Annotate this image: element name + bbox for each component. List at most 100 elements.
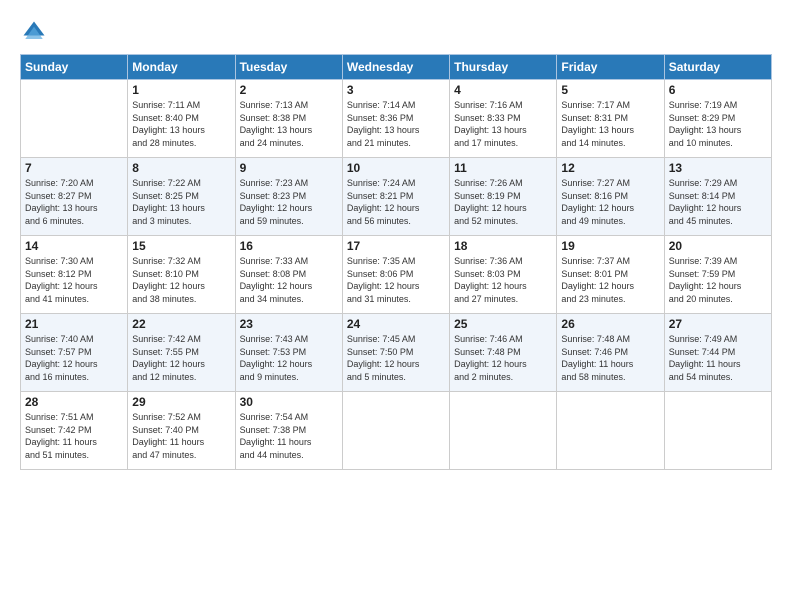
week-row-5: 28 Sunrise: 7:51 AM Sunset: 7:42 PM Dayli… — [21, 392, 772, 470]
day-number: 13 — [669, 161, 767, 175]
day-cell: 30 Sunrise: 7:54 AM Sunset: 7:38 PM Dayli… — [235, 392, 342, 470]
day-info: Sunrise: 7:32 AM Sunset: 8:10 PM Dayligh… — [132, 255, 230, 305]
day-info: Sunrise: 7:48 AM Sunset: 7:46 PM Dayligh… — [561, 333, 659, 383]
day-info: Sunrise: 7:22 AM Sunset: 8:25 PM Dayligh… — [132, 177, 230, 227]
day-number: 2 — [240, 83, 338, 97]
day-number: 22 — [132, 317, 230, 331]
day-info: Sunrise: 7:42 AM Sunset: 7:55 PM Dayligh… — [132, 333, 230, 383]
day-cell: 2 Sunrise: 7:13 AM Sunset: 8:38 PM Daylig… — [235, 80, 342, 158]
day-info: Sunrise: 7:30 AM Sunset: 8:12 PM Dayligh… — [25, 255, 123, 305]
day-number: 17 — [347, 239, 445, 253]
day-cell: 21Sunrise: 7:40 AM Sunset: 7:57 PM Dayli… — [21, 314, 128, 392]
day-number: 23 — [240, 317, 338, 331]
day-number: 7 — [25, 161, 123, 175]
week-row-1: 1 Sunrise: 7:11 AM Sunset: 8:40 PM Daylig… — [21, 80, 772, 158]
day-info: Sunrise: 7:33 AM Sunset: 8:08 PM Dayligh… — [240, 255, 338, 305]
day-cell: 4 Sunrise: 7:16 AM Sunset: 8:33 PM Daylig… — [450, 80, 557, 158]
weekday-header-saturday: Saturday — [664, 55, 771, 80]
day-cell: 26 Sunrise: 7:48 AM Sunset: 7:46 PM Dayli… — [557, 314, 664, 392]
day-number: 9 — [240, 161, 338, 175]
day-number: 1 — [132, 83, 230, 97]
day-cell — [557, 392, 664, 470]
day-info: Sunrise: 7:39 AM Sunset: 7:59 PM Dayligh… — [669, 255, 767, 305]
day-info: Sunrise: 7:16 AM Sunset: 8:33 PM Dayligh… — [454, 99, 552, 149]
day-info: Sunrise: 7:52 AM Sunset: 7:40 PM Dayligh… — [132, 411, 230, 461]
day-info: Sunrise: 7:27 AM Sunset: 8:16 PM Dayligh… — [561, 177, 659, 227]
day-info: Sunrise: 7:43 AM Sunset: 7:53 PM Dayligh… — [240, 333, 338, 383]
weekday-header-row: SundayMondayTuesdayWednesdayThursdayFrid… — [21, 55, 772, 80]
day-cell: 16 Sunrise: 7:33 AM Sunset: 8:08 PM Dayli… — [235, 236, 342, 314]
day-cell: 18Sunrise: 7:36 AM Sunset: 8:03 PM Dayli… — [450, 236, 557, 314]
day-cell: 14 Sunrise: 7:30 AM Sunset: 8:12 PM Dayli… — [21, 236, 128, 314]
page: SundayMondayTuesdayWednesdayThursdayFrid… — [0, 0, 792, 612]
day-number: 16 — [240, 239, 338, 253]
day-number: 6 — [669, 83, 767, 97]
week-row-4: 21Sunrise: 7:40 AM Sunset: 7:57 PM Dayli… — [21, 314, 772, 392]
weekday-header-friday: Friday — [557, 55, 664, 80]
day-number: 21 — [25, 317, 123, 331]
day-number: 12 — [561, 161, 659, 175]
day-cell: 12 Sunrise: 7:27 AM Sunset: 8:16 PM Dayli… — [557, 158, 664, 236]
day-cell: 15 Sunrise: 7:32 AM Sunset: 8:10 PM Dayli… — [128, 236, 235, 314]
day-info: Sunrise: 7:13 AM Sunset: 8:38 PM Dayligh… — [240, 99, 338, 149]
day-number: 30 — [240, 395, 338, 409]
day-cell: 19Sunrise: 7:37 AM Sunset: 8:01 PM Dayli… — [557, 236, 664, 314]
day-number: 28 — [25, 395, 123, 409]
day-cell: 9 Sunrise: 7:23 AM Sunset: 8:23 PM Daylig… — [235, 158, 342, 236]
day-cell: 22 Sunrise: 7:42 AM Sunset: 7:55 PM Dayli… — [128, 314, 235, 392]
day-number: 27 — [669, 317, 767, 331]
day-cell: 5 Sunrise: 7:17 AM Sunset: 8:31 PM Daylig… — [557, 80, 664, 158]
day-number: 3 — [347, 83, 445, 97]
day-info: Sunrise: 7:14 AM Sunset: 8:36 PM Dayligh… — [347, 99, 445, 149]
day-cell: 11 Sunrise: 7:26 AM Sunset: 8:19 PM Dayli… — [450, 158, 557, 236]
day-info: Sunrise: 7:20 AM Sunset: 8:27 PM Dayligh… — [25, 177, 123, 227]
day-number: 15 — [132, 239, 230, 253]
day-cell: 10 Sunrise: 7:24 AM Sunset: 8:21 PM Dayli… — [342, 158, 449, 236]
weekday-header-thursday: Thursday — [450, 55, 557, 80]
day-number: 10 — [347, 161, 445, 175]
day-info: Sunrise: 7:36 AM Sunset: 8:03 PM Dayligh… — [454, 255, 552, 305]
day-cell: 25Sunrise: 7:46 AM Sunset: 7:48 PM Dayli… — [450, 314, 557, 392]
day-info: Sunrise: 7:51 AM Sunset: 7:42 PM Dayligh… — [25, 411, 123, 461]
header — [20, 18, 772, 46]
day-info: Sunrise: 7:23 AM Sunset: 8:23 PM Dayligh… — [240, 177, 338, 227]
day-number: 26 — [561, 317, 659, 331]
day-info: Sunrise: 7:46 AM Sunset: 7:48 PM Dayligh… — [454, 333, 552, 383]
day-info: Sunrise: 7:26 AM Sunset: 8:19 PM Dayligh… — [454, 177, 552, 227]
day-cell: 17 Sunrise: 7:35 AM Sunset: 8:06 PM Dayli… — [342, 236, 449, 314]
day-info: Sunrise: 7:54 AM Sunset: 7:38 PM Dayligh… — [240, 411, 338, 461]
day-info: Sunrise: 7:11 AM Sunset: 8:40 PM Dayligh… — [132, 99, 230, 149]
day-info: Sunrise: 7:45 AM Sunset: 7:50 PM Dayligh… — [347, 333, 445, 383]
logo-icon — [20, 18, 48, 46]
day-cell: 8 Sunrise: 7:22 AM Sunset: 8:25 PM Daylig… — [128, 158, 235, 236]
day-number: 5 — [561, 83, 659, 97]
day-number: 29 — [132, 395, 230, 409]
day-cell: 23 Sunrise: 7:43 AM Sunset: 7:53 PM Dayli… — [235, 314, 342, 392]
day-info: Sunrise: 7:35 AM Sunset: 8:06 PM Dayligh… — [347, 255, 445, 305]
day-cell: 29 Sunrise: 7:52 AM Sunset: 7:40 PM Dayli… — [128, 392, 235, 470]
calendar-table: SundayMondayTuesdayWednesdayThursdayFrid… — [20, 54, 772, 470]
day-info: Sunrise: 7:24 AM Sunset: 8:21 PM Dayligh… — [347, 177, 445, 227]
day-info: Sunrise: 7:49 AM Sunset: 7:44 PM Dayligh… — [669, 333, 767, 383]
day-number: 11 — [454, 161, 552, 175]
day-cell: 7 Sunrise: 7:20 AM Sunset: 8:27 PM Daylig… — [21, 158, 128, 236]
day-cell: 28 Sunrise: 7:51 AM Sunset: 7:42 PM Dayli… — [21, 392, 128, 470]
day-info: Sunrise: 7:17 AM Sunset: 8:31 PM Dayligh… — [561, 99, 659, 149]
weekday-header-wednesday: Wednesday — [342, 55, 449, 80]
day-cell: 6Sunrise: 7:19 AM Sunset: 8:29 PM Daylig… — [664, 80, 771, 158]
day-number: 14 — [25, 239, 123, 253]
day-number: 8 — [132, 161, 230, 175]
day-number: 4 — [454, 83, 552, 97]
day-number: 24 — [347, 317, 445, 331]
day-cell: 20 Sunrise: 7:39 AM Sunset: 7:59 PM Dayli… — [664, 236, 771, 314]
day-cell: 24 Sunrise: 7:45 AM Sunset: 7:50 PM Dayli… — [342, 314, 449, 392]
day-cell — [342, 392, 449, 470]
day-cell — [21, 80, 128, 158]
day-cell: 3 Sunrise: 7:14 AM Sunset: 8:36 PM Daylig… — [342, 80, 449, 158]
weekday-header-sunday: Sunday — [21, 55, 128, 80]
day-number: 20 — [669, 239, 767, 253]
day-cell: 1 Sunrise: 7:11 AM Sunset: 8:40 PM Daylig… — [128, 80, 235, 158]
day-cell: 13Sunrise: 7:29 AM Sunset: 8:14 PM Dayli… — [664, 158, 771, 236]
day-cell — [450, 392, 557, 470]
weekday-header-monday: Monday — [128, 55, 235, 80]
